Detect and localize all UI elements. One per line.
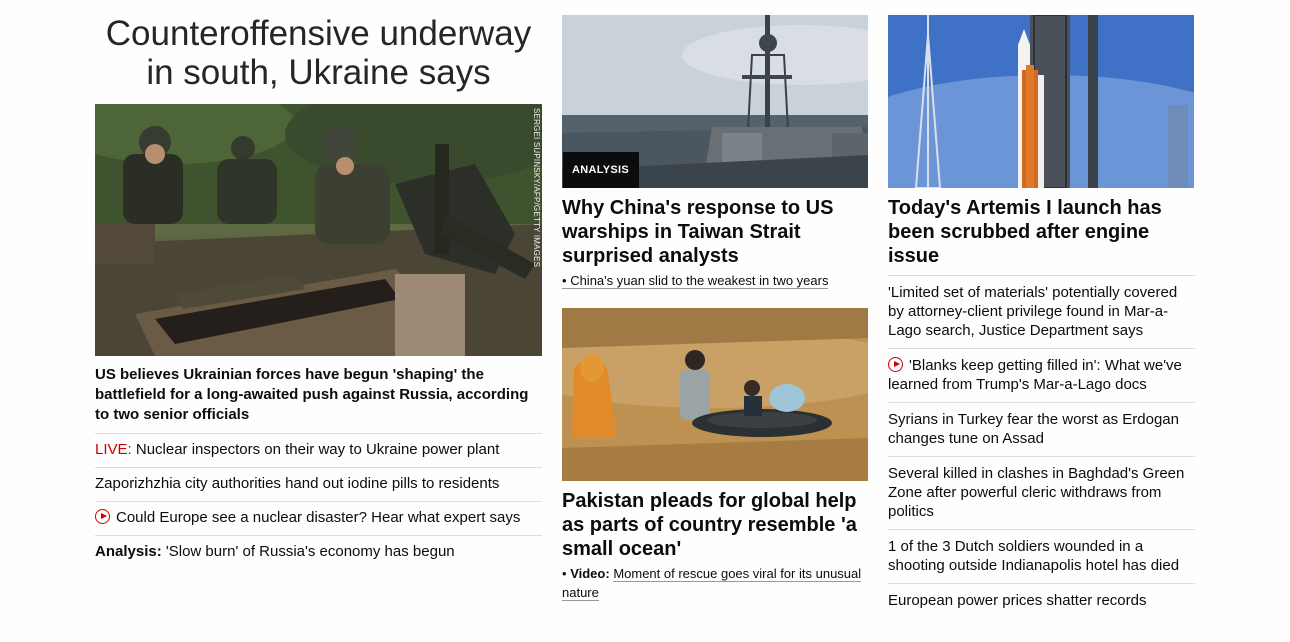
lead-story-headline[interactable]: US believes Ukrainian forces have begun … (95, 365, 542, 425)
link-text[interactable]: Syrians in Turkey fear the worst as Erdo… (888, 411, 1179, 447)
link-text[interactable]: 'Slow burn' of Russia's economy has begu… (166, 543, 455, 560)
china-story-headline[interactable]: Why China's response to US warships in T… (562, 196, 868, 268)
list-item[interactable]: Syrians in Turkey fear the worst as Erdo… (888, 402, 1195, 456)
list-item[interactable]: Zaporizhzhia city authorities hand out i… (95, 467, 542, 501)
lead-story-column: Counteroffensive underway in south, Ukra… (95, 14, 542, 569)
bullet: • (562, 566, 567, 581)
link-text[interactable]: 1 of the 3 Dutch soldiers wounded in a s… (888, 538, 1179, 574)
middle-column: ANALYSIS Why China's response to US wars… (562, 15, 868, 602)
link-text[interactable]: Nuclear inspectors on their way to Ukrai… (136, 441, 500, 458)
list-item[interactable]: Could Europe see a nuclear disaster? Hea… (95, 501, 542, 535)
list-item[interactable]: 'Blanks keep getting filled in': What we… (888, 348, 1195, 402)
pakistan-story-headline[interactable]: Pakistan pleads for global help as parts… (562, 489, 868, 561)
china-related-link[interactable]: • China's yuan slid to the weakest in tw… (562, 271, 868, 290)
flood-photo[interactable] (562, 308, 868, 481)
video-label: Video: (570, 566, 610, 581)
soldiers-illustration (95, 104, 542, 356)
main-headline[interactable]: Counteroffensive underway in south, Ukra… (95, 14, 542, 92)
pakistan-related-link[interactable]: • Video: Moment of rescue goes viral for… (562, 564, 868, 602)
list-item[interactable]: 1 of the 3 Dutch soldiers wounded in a s… (888, 529, 1195, 583)
right-column: Today's Artemis I launch has been scrubb… (888, 15, 1195, 618)
rocket-photo[interactable] (888, 15, 1194, 188)
list-item[interactable]: 'Limited set of materials' potentially c… (888, 275, 1195, 348)
link-text[interactable]: Zaporizhzhia city authorities hand out i… (95, 475, 499, 492)
link-text[interactable]: 'Limited set of materials' potentially c… (888, 284, 1177, 339)
rocket-illustration (888, 15, 1194, 188)
artemis-story-headline[interactable]: Today's Artemis I launch has been scrubb… (888, 196, 1195, 268)
list-item[interactable]: European power prices shatter records (888, 583, 1195, 618)
link-text[interactable]: China's yuan slid to the weakest in two … (570, 273, 828, 288)
link-text[interactable]: Could Europe see a nuclear disaster? Hea… (116, 509, 520, 526)
list-item[interactable]: LIVE: Nuclear inspectors on their way to… (95, 433, 542, 467)
link-text[interactable]: 'Blanks keep getting filled in': What we… (888, 357, 1182, 393)
live-label: LIVE: (95, 441, 132, 458)
list-item[interactable]: Several killed in clashes in Baghdad's G… (888, 456, 1195, 529)
related-links-list: LIVE: Nuclear inspectors on their way to… (95, 433, 542, 569)
list-item[interactable]: Analysis: 'Slow burn' of Russia's econom… (95, 535, 542, 569)
bullet: • (562, 273, 567, 288)
link-text[interactable]: Several killed in clashes in Baghdad's G… (888, 465, 1184, 520)
photo-credit: SERGEI SUPINSKY/AFP/GETTY IMAGES (532, 108, 541, 268)
flood-illustration (562, 308, 868, 481)
soldiers-photo[interactable]: SERGEI SUPINSKY/AFP/GETTY IMAGES (95, 104, 542, 356)
play-circle-icon (95, 509, 110, 524)
warship-photo[interactable]: ANALYSIS (562, 15, 868, 188)
link-text[interactable]: European power prices shatter records (888, 592, 1146, 609)
analysis-label: Analysis: (95, 543, 162, 560)
top-stories-list: 'Limited set of materials' potentially c… (888, 275, 1195, 618)
analysis-badge: ANALYSIS (563, 152, 640, 188)
play-circle-icon (888, 357, 903, 372)
